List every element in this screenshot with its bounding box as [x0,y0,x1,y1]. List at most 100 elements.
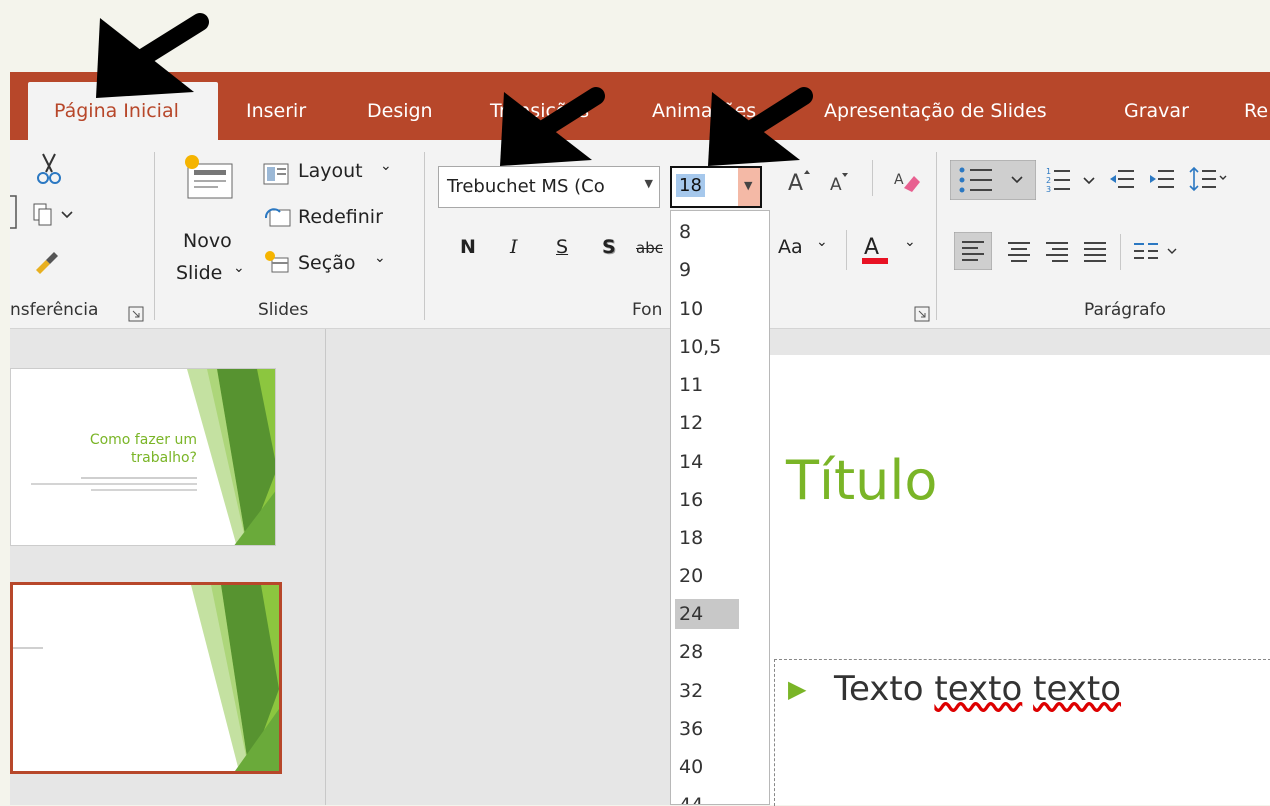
thumbnail-1-text-line [31,483,197,485]
paste-icon-partial[interactable] [10,192,20,236]
separator [872,160,873,196]
svg-text:A: A [864,235,879,260]
font-size-option[interactable]: 20 [675,561,739,591]
font-size-option-selected[interactable]: 24 [675,599,739,629]
layout-button[interactable]: Layout [298,160,363,182]
separator [1120,234,1121,270]
svg-text:A: A [830,175,842,194]
clipboard-group-label: nsferência [10,300,99,320]
slide-title[interactable]: Título [786,449,937,512]
columns-icon[interactable] [1132,240,1182,268]
font-size-option[interactable]: 11 [675,370,739,400]
shadow-button[interactable]: S [602,236,616,258]
font-size-combobox[interactable]: 18 ▼ [670,166,762,208]
justify-icon[interactable] [1082,240,1108,268]
section-chevron-down-icon[interactable]: ⌄ [374,250,386,266]
reset-button[interactable]: Redefinir [298,206,383,228]
separator [936,152,937,320]
svg-text:3: 3 [1046,185,1051,194]
font-size-option[interactable]: 40 [675,752,739,782]
font-size-option[interactable]: 44 [675,790,739,804]
slide-thumbnail-2[interactable] [10,582,282,774]
thumbnail-2-text-line [13,647,43,649]
font-size-option[interactable]: 14 [675,447,739,477]
separator [424,152,425,320]
change-case-chevron-down-icon[interactable]: ⌄ [816,234,828,250]
layout-chevron-down-icon[interactable]: ⌄ [380,158,392,174]
chevron-down-icon[interactable]: ⌄ [233,260,245,276]
tab-pagina-inicial-label: Página Inicial [54,100,179,122]
font-color-chevron-down-icon[interactable]: ⌄ [904,234,916,250]
slide-thumbnail-1[interactable]: Como fazer um trabalho? [10,368,276,546]
copy-icon[interactable] [32,202,76,230]
bullet-word: Texto [834,669,924,709]
tab-pagina-inicial[interactable]: Página Inicial [28,82,218,142]
bullet-text[interactable]: Texto texto texto [834,669,1121,709]
new-slide-label-2[interactable]: Slide [176,262,222,284]
bullet-arrow-icon: ▶ [788,675,807,703]
thumbnail-1-text-line [91,489,197,491]
format-painter-icon[interactable] [30,246,60,280]
shrink-font-icon[interactable]: A [828,170,852,198]
new-slide-label-1[interactable]: Novo [183,230,232,252]
align-right-icon[interactable] [1044,240,1070,268]
new-slide-icon[interactable] [180,150,236,210]
font-color-icon[interactable]: A [860,232,890,270]
underline-button[interactable]: S [556,236,568,258]
font-name-chevron-down-icon[interactable]: ▼ [645,177,653,190]
bold-button[interactable]: N [460,236,476,258]
thumbnail-1-title-line2: trabalho? [130,450,197,466]
font-name-combobox[interactable]: Trebuchet MS (Co ▼ [438,166,660,208]
tab-inserir[interactable]: Inserir [246,100,306,122]
strikethrough-button[interactable]: abc [636,239,663,257]
thumbnail-1-title-line1: Como fazer um [89,432,197,448]
reset-icon[interactable] [264,206,292,234]
separator [154,152,155,320]
clipboard-launcher-icon[interactable] [128,306,144,326]
bullet-word-misspelled: texto [1033,669,1122,709]
thumbnail-1-text-line [81,477,197,479]
change-case-button[interactable]: Aa [778,236,803,258]
tab-animacoes[interactable]: Animações [652,100,756,122]
font-size-option[interactable]: 18 [675,523,739,553]
font-size-option[interactable]: 8 [675,217,739,247]
tab-apresentacao[interactable]: Apresentação de Slides [824,100,1047,122]
decrease-indent-icon[interactable] [1108,166,1136,198]
svg-text:A: A [788,171,803,194]
increase-indent-icon[interactable] [1148,166,1176,198]
bullets-icon[interactable] [949,159,1037,204]
tab-transicoes[interactable]: Transições [490,100,589,122]
italic-button[interactable]: I [510,236,518,258]
align-center-icon[interactable] [1006,240,1032,268]
chevron-down-icon: ▼ [744,179,753,192]
font-name-value[interactable]: Trebuchet MS (Co [447,176,605,197]
font-size-dropdown-list[interactable]: 8 9 10 10,5 11 12 14 16 18 20 24 28 32 3… [670,210,770,805]
font-size-option[interactable]: 28 [675,637,739,667]
slide[interactable]: Título ▶ Texto texto texto [770,355,1270,806]
clear-formatting-icon[interactable]: A [892,166,922,198]
font-size-option[interactable]: 10,5 [675,332,739,362]
font-size-option[interactable]: 32 [675,676,739,706]
font-size-dropdown-button[interactable]: ▼ [738,168,760,206]
font-size-option[interactable]: 9 [675,255,739,285]
line-spacing-icon[interactable] [1188,164,1228,198]
font-size-option[interactable]: 16 [675,485,739,515]
tab-revisao[interactable]: Re [1244,100,1268,122]
cut-icon[interactable] [34,152,64,190]
tab-gravar[interactable]: Gravar [1124,100,1189,122]
section-icon[interactable] [264,250,292,280]
grow-font-icon[interactable]: A [786,166,812,198]
font-size-value[interactable]: 18 [676,174,705,197]
numbering-icon[interactable]: 123 [1044,164,1100,200]
font-size-option[interactable]: 36 [675,714,739,744]
separator [846,230,847,270]
tab-design[interactable]: Design [367,100,433,122]
section-button[interactable]: Seção [298,252,355,274]
align-left-icon[interactable] [953,231,993,274]
layout-icon[interactable] [262,162,290,190]
font-launcher-icon[interactable] [914,306,930,326]
slides-group-label: Slides [258,300,309,320]
font-size-option[interactable]: 12 [675,408,739,438]
svg-text:1: 1 [1046,167,1051,176]
font-size-option[interactable]: 10 [675,294,739,324]
